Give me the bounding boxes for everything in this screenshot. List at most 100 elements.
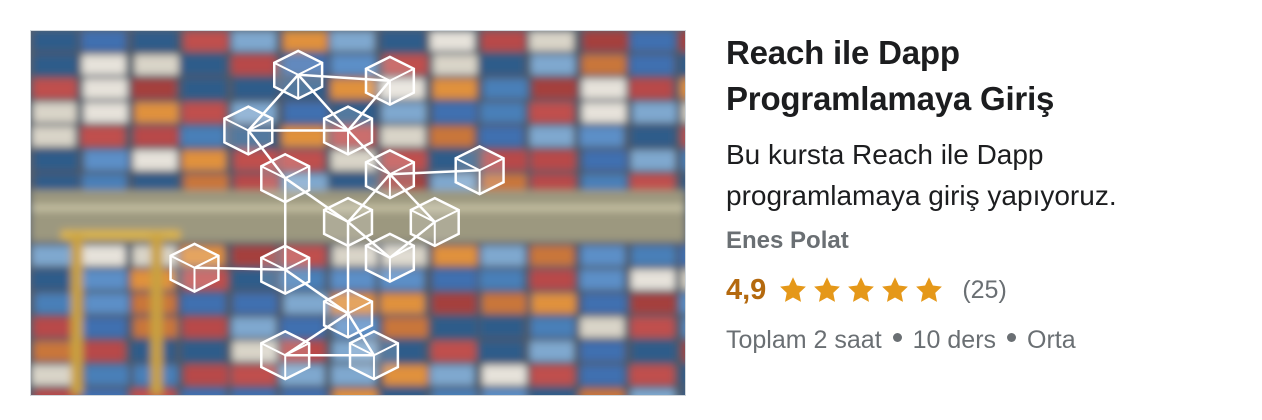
- container-block: [181, 389, 226, 395]
- container-block: [134, 54, 179, 75]
- container-block: [383, 317, 428, 338]
- container-block: [32, 102, 77, 123]
- course-title[interactable]: Reach ile Dapp Programlamaya Giriş: [726, 30, 1246, 122]
- rating-row: 4,9 (25): [726, 272, 1246, 308]
- container-block: [81, 54, 126, 75]
- course-duration: Toplam 2 saat: [726, 326, 882, 354]
- crane-leg: [70, 234, 83, 395]
- container-block: [181, 341, 226, 362]
- container-block: [381, 102, 426, 123]
- container-block: [381, 126, 425, 147]
- container-block: [630, 31, 675, 51]
- container-block: [31, 245, 76, 266]
- container-block: [433, 317, 478, 338]
- container-block: [580, 341, 625, 362]
- block-cube: [364, 232, 416, 284]
- container-block: [482, 389, 527, 395]
- star-icon: [780, 277, 807, 302]
- crane-leg: [150, 234, 163, 395]
- rating-stars: [778, 275, 948, 305]
- course-title-line-1[interactable]: Reach ile Dapp: [726, 30, 1246, 76]
- container-block: [681, 269, 685, 290]
- container-block: [481, 31, 526, 51]
- container-block: [233, 78, 278, 99]
- container-block: [433, 245, 478, 266]
- container-block: [630, 389, 675, 395]
- container-block: [133, 150, 178, 171]
- container-block: [31, 269, 76, 290]
- container-block: [479, 317, 524, 338]
- container-block: [81, 245, 126, 266]
- container-block: [380, 293, 425, 314]
- container-block: [680, 78, 685, 99]
- separator-dot: [1007, 332, 1017, 342]
- container-block: [83, 78, 128, 99]
- container-block: [131, 78, 176, 99]
- container-block: [182, 317, 227, 338]
- container-block: [580, 317, 625, 338]
- container-block: [583, 31, 628, 51]
- container-block: [231, 389, 276, 395]
- block-cube: [364, 55, 416, 106]
- container-block: [581, 54, 626, 75]
- container-block: [479, 126, 524, 147]
- rating-value: 4,9: [726, 273, 767, 306]
- block-cube: [223, 105, 274, 156]
- container-block: [482, 293, 527, 314]
- container-block: [582, 293, 627, 314]
- container-block: [31, 365, 75, 386]
- container-block: [630, 365, 675, 386]
- container-block: [679, 31, 685, 51]
- container-block: [582, 150, 627, 171]
- container-block: [679, 54, 685, 75]
- container-block: [33, 31, 78, 51]
- container-block: [184, 365, 229, 386]
- container-block: [380, 31, 425, 51]
- container-block: [283, 31, 328, 51]
- star-icon: [882, 277, 909, 302]
- container-block: [432, 269, 477, 290]
- container-block: [581, 78, 626, 99]
- container-block: [530, 102, 574, 123]
- course-title-line-2[interactable]: Programlamaya Giriş: [726, 76, 1246, 122]
- container-block: [134, 126, 178, 147]
- container-block: [580, 269, 625, 290]
- container-block: [32, 78, 77, 99]
- container-block: [430, 126, 475, 147]
- container-block: [433, 54, 478, 75]
- container-block: [480, 54, 525, 75]
- block-cube: [273, 49, 324, 101]
- container-block: [630, 317, 675, 338]
- course-card[interactable]: Reach ile Dapp Programlamaya Giriş Bu ku…: [0, 0, 1262, 420]
- container-block: [682, 317, 685, 338]
- course-headline-line-2: programlamaya giriş yapıyoruz.: [726, 180, 1117, 211]
- container-block: [33, 54, 78, 75]
- container-block: [33, 317, 78, 338]
- container-block: [432, 78, 477, 99]
- container-block: [84, 365, 129, 386]
- block-cube: [409, 196, 460, 248]
- container-block: [483, 78, 528, 99]
- container-block: [231, 317, 276, 338]
- container-block: [84, 150, 129, 171]
- container-block: [330, 269, 375, 290]
- container-block: [82, 317, 127, 338]
- container-block: [680, 293, 685, 314]
- container-block: [530, 389, 575, 395]
- block-cube: [260, 244, 311, 295]
- container-block: [182, 78, 227, 99]
- container-block: [82, 269, 127, 290]
- rating-count: (25): [962, 275, 1007, 304]
- star-icon: [916, 277, 943, 302]
- course-thumbnail[interactable]: [30, 30, 686, 396]
- block-cube: [260, 329, 311, 381]
- container-block: [529, 126, 574, 147]
- container-block: [531, 293, 576, 314]
- container-block: [132, 31, 177, 51]
- container-block: [231, 54, 276, 75]
- container-block: [530, 269, 575, 290]
- container-block: [682, 389, 685, 395]
- container-block: [432, 389, 477, 395]
- container-block: [284, 293, 328, 314]
- container-block: [579, 126, 624, 147]
